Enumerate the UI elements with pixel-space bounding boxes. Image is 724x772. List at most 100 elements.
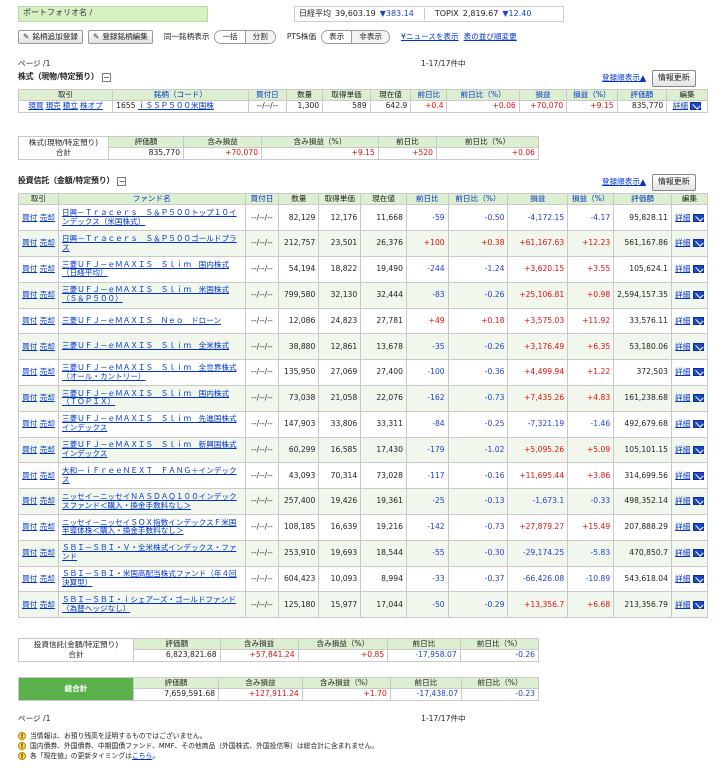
mail-icon[interactable] <box>692 265 704 274</box>
mail-icon[interactable] <box>692 213 704 222</box>
mail-icon[interactable] <box>690 102 702 111</box>
sell-link[interactable]: 売却 <box>40 264 55 273</box>
detail-link[interactable]: 詳細 <box>675 238 690 247</box>
column-header[interactable]: 損益 <box>507 192 569 206</box>
mail-icon[interactable] <box>692 497 704 506</box>
detail-link[interactable]: 詳細 <box>675 264 690 273</box>
detail-link[interactable]: 詳細 <box>675 574 690 583</box>
trade-action-link[interactable]: 現売 <box>46 101 61 110</box>
mail-icon[interactable] <box>692 600 704 609</box>
detail-link[interactable]: 詳細 <box>675 316 690 325</box>
sell-link[interactable]: 売却 <box>40 290 55 299</box>
column-header[interactable]: 前日比 <box>405 192 449 206</box>
detail-link[interactable]: 詳細 <box>675 471 690 480</box>
column-header[interactable]: 買付日 <box>244 192 280 206</box>
mail-icon[interactable] <box>692 445 704 454</box>
mail-icon[interactable] <box>692 342 704 351</box>
fund-name-link[interactable]: 三菱ＵＦＪ－ｅＭＡＸＩＳ Ｓｌｉｍ 新興国株式インデックス <box>62 440 237 458</box>
sell-link[interactable]: 売却 <box>40 471 55 480</box>
buy-link[interactable]: 買付 <box>22 367 37 376</box>
add-stock-button[interactable]: ✎ 銘柄追加登録 <box>18 29 83 45</box>
fund-name-link[interactable]: 三菱ＵＦＪ－ｅＭＡＸＩＳ Ｓｌｉｍ 先進国株式インデックス <box>62 414 237 432</box>
fund-name-link[interactable]: 三菱ＵＦＪ－ｅＭＡＸＩＳ Ｓｌｉｍ 米国株式（Ｓ＆Ｐ５００） <box>62 285 229 303</box>
collapse-icon[interactable]: − <box>117 177 127 186</box>
fund-name-link[interactable]: 日興－Ｔｒａｃｅｒｓ Ｓ＆Ｐ５００ゴールドプラス <box>62 234 237 252</box>
fund-name-link[interactable]: 三菱ＵＦＪ－ｅＭＡＸＩＳ Ｎｅｏ ドローン <box>62 316 221 325</box>
fund-name-link[interactable]: ＳＢＩ－ＳＢＩ・米国高配当株式ファンド（年４回決算型） <box>62 569 237 587</box>
column-header[interactable]: 評価額 <box>616 88 668 102</box>
detail-link[interactable]: 詳細 <box>675 419 690 428</box>
sell-link[interactable]: 売却 <box>40 548 55 557</box>
mail-icon[interactable] <box>692 394 704 403</box>
buy-link[interactable]: 買付 <box>22 574 37 583</box>
sell-link[interactable]: 売却 <box>40 445 55 454</box>
fund-name-link[interactable]: ＳＢＩ－ＳＢＩ・Ｖ・全米株式インデックス・ファンド <box>62 543 236 561</box>
fund-name-link[interactable]: ＳＢＩ－ＳＢＩ・ｉシェアーズ・ゴールドファンド（為替ヘッジなし） <box>62 595 236 613</box>
sell-link[interactable]: 売却 <box>40 574 55 583</box>
fund-name-link[interactable]: ニッセイ－ニッセイＳＯＸ指数インデックスＦ米国半導体株＜購入・換金手数料なし＞ <box>62 518 236 536</box>
column-header[interactable]: 損益（%） <box>567 192 615 206</box>
fund-name-link[interactable]: ニッセイ－ニッセイＮＡＳＤＡＱ１００インデックスファンド＜購入・換金手数料なし＞ <box>62 492 237 510</box>
buy-link[interactable]: 買付 <box>22 471 37 480</box>
trade-action-link[interactable]: 積立 <box>63 101 78 110</box>
buy-link[interactable]: 買付 <box>22 548 37 557</box>
mail-icon[interactable] <box>692 523 704 532</box>
stock-name-link[interactable]: ｉＳＳＰ５００米国株 <box>138 101 214 110</box>
buy-link[interactable]: 買付 <box>22 238 37 247</box>
fund-name-link[interactable]: 三菱ＵＦＪ－ｅＭＡＸＩＳ Ｓｌｉｍ 国内株式（ＴＯＰＩＸ） <box>62 389 229 407</box>
column-header[interactable]: 前日比（%） <box>446 88 520 102</box>
sell-link[interactable]: 売却 <box>40 600 55 609</box>
update-timing-link[interactable]: こちら <box>132 752 152 760</box>
column-header[interactable]: ファンド名 <box>57 192 246 206</box>
column-header[interactable]: 損益（%） <box>566 88 618 102</box>
edit-stocks-button[interactable]: ✎ 登録銘柄編集 <box>87 29 153 45</box>
buy-link[interactable]: 買付 <box>22 213 37 222</box>
buy-link[interactable]: 買付 <box>22 290 37 299</box>
detail-link[interactable]: 詳細 <box>675 445 690 454</box>
sort-order-link[interactable]: 表の並び順変更 <box>464 32 517 41</box>
pts-hide[interactable]: 非表示 <box>351 30 390 44</box>
buy-link[interactable]: 買付 <box>22 522 37 531</box>
mail-icon[interactable] <box>692 548 704 557</box>
stocks-sort-link[interactable]: 登録順表示▲ <box>602 73 646 82</box>
buy-link[interactable]: 買付 <box>22 316 37 325</box>
funds-sort-link[interactable]: 登録順表示▲ <box>602 177 646 186</box>
sell-link[interactable]: 売却 <box>40 213 55 222</box>
buy-link[interactable]: 買付 <box>22 264 37 273</box>
fund-name-link[interactable]: 三菱ＵＦＪ－ｅＭＡＸＩＳ Ｓｌｉｍ 全米株式 <box>62 341 229 350</box>
detail-link[interactable]: 詳細 <box>675 393 690 402</box>
mail-icon[interactable] <box>692 471 704 480</box>
detail-link[interactable]: 詳細 <box>675 600 690 609</box>
same-display-split[interactable]: 分割 <box>244 30 275 44</box>
column-header[interactable]: 前日比 <box>410 88 448 102</box>
buy-link[interactable]: 買付 <box>22 419 37 428</box>
stocks-update-button[interactable]: 情報更新 <box>651 70 696 87</box>
fund-name-link[interactable]: 大和－ｉＦｒｅｅＮＥＸＴ ＦＡＮＧ＋インデックス <box>62 466 237 484</box>
detail-link[interactable]: 詳細 <box>675 522 690 531</box>
buy-link[interactable]: 買付 <box>22 445 37 454</box>
sell-link[interactable]: 売却 <box>40 238 55 247</box>
detail-link[interactable]: 詳細 <box>675 548 690 557</box>
column-header[interactable]: 損益 <box>518 88 568 102</box>
column-header[interactable]: 前日比（%） <box>447 192 509 206</box>
mail-icon[interactable] <box>692 574 704 583</box>
sell-link[interactable]: 売却 <box>40 496 55 505</box>
fund-name-link[interactable]: 三菱ＵＦＪ－ｅＭＡＸＩＳ Ｓｌｉｍ 国内株式（日経平均） <box>62 260 229 278</box>
mail-icon[interactable] <box>692 239 704 248</box>
detail-link[interactable]: 詳細 <box>675 290 690 299</box>
buy-link[interactable]: 買付 <box>22 600 37 609</box>
column-header[interactable]: 評価額 <box>613 192 672 206</box>
column-header[interactable]: 銘柄（コード） <box>112 88 249 102</box>
detail-link[interactable]: 詳細 <box>675 496 690 505</box>
sell-link[interactable]: 売却 <box>40 419 55 428</box>
column-header[interactable]: 買付日 <box>247 88 288 102</box>
sell-link[interactable]: 売却 <box>40 393 55 402</box>
detail-link[interactable]: 詳細 <box>675 213 690 222</box>
sell-link[interactable]: 売却 <box>40 522 55 531</box>
sell-link[interactable]: 売却 <box>40 316 55 325</box>
fund-name-link[interactable]: 三菱ＵＦＪ－ｅＭＡＸＩＳ Ｓｌｉｍ 全世界株式（オール・カントリー） <box>62 363 237 381</box>
collapse-icon[interactable]: − <box>101 73 111 82</box>
detail-link[interactable]: 詳細 <box>675 342 690 351</box>
news-link[interactable]: ¥ニュースを表示 <box>401 32 459 41</box>
mail-icon[interactable] <box>692 368 704 377</box>
